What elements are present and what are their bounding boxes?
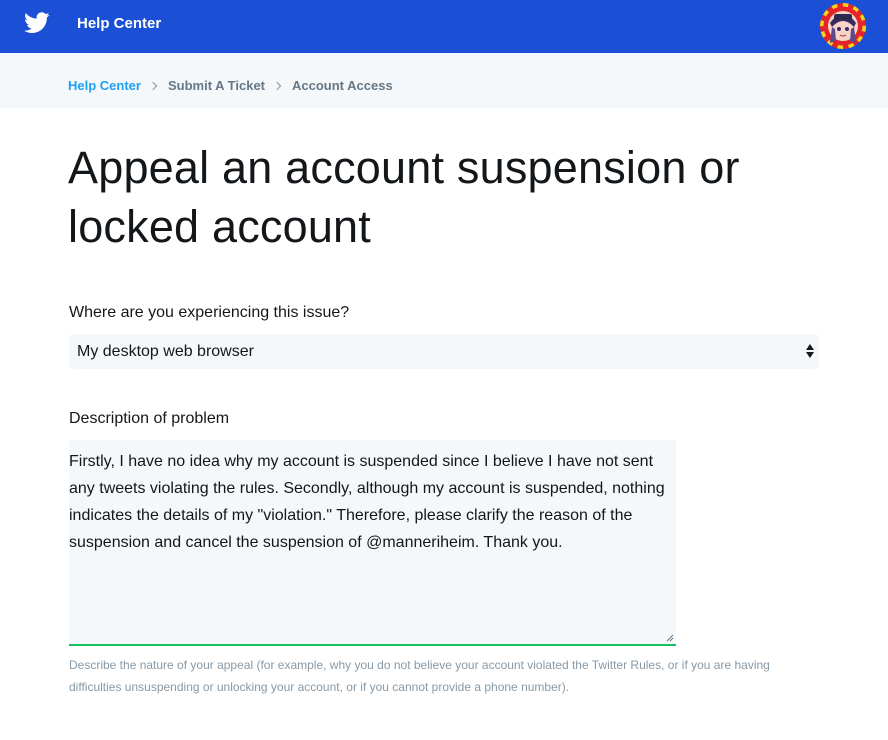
chevron-right-icon: [272, 81, 282, 91]
top-navigation-bar: Help Center: [0, 0, 888, 53]
description-help-text: Describe the nature of your appeal (for …: [69, 658, 770, 694]
breadcrumb-submit-ticket[interactable]: Submit A Ticket: [168, 78, 265, 94]
help-center-brand-link[interactable]: Help Center: [77, 15, 161, 33]
select-arrows-icon: [806, 344, 814, 358]
issue-location-label: Where are you experiencing this issue?: [69, 304, 350, 321]
description-textarea[interactable]: Firstly, I have no idea why my account i…: [69, 440, 676, 646]
user-avatar[interactable]: [820, 3, 866, 49]
breadcrumb-help-center[interactable]: Help Center: [68, 78, 141, 94]
breadcrumb-bar: Help Center Submit A Ticket Account Acce…: [0, 53, 888, 108]
resize-grip-icon[interactable]: [666, 634, 674, 642]
chevron-right-icon: [148, 81, 158, 91]
description-label: Description of problem: [69, 410, 230, 427]
issue-location-select[interactable]: My desktop web browser: [69, 334, 819, 369]
issue-location-selected-value: My desktop web browser: [77, 343, 254, 360]
avatar-image: [820, 3, 866, 49]
breadcrumb: Help Center Submit A Ticket Account Acce…: [68, 78, 393, 94]
breadcrumb-account-access[interactable]: Account Access: [292, 78, 393, 94]
twitter-bird-icon[interactable]: [24, 12, 50, 34]
description-text: Firstly, I have no idea why my account i…: [69, 453, 665, 551]
page-title: Appeal an account suspension or locked a…: [68, 142, 740, 252]
